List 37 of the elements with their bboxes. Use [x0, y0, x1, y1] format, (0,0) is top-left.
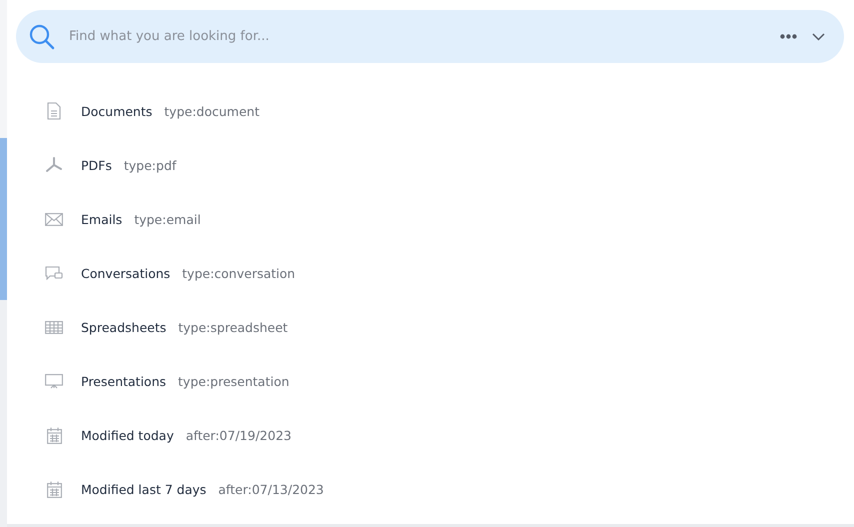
pdf-icon [45, 157, 63, 173]
suggestion-label: Emails [81, 212, 122, 226]
search-icon [29, 24, 55, 50]
suggestion-item[interactable]: Presentations type:presentation [16, 354, 844, 408]
suggestion-item[interactable]: Modified today after:07/19/2023 [16, 408, 844, 462]
suggestion-label: PDFs [81, 158, 112, 172]
suggestion-label: Modified today [81, 428, 174, 442]
search-bar[interactable]: Find what you are looking for... [16, 10, 844, 63]
suggestion-query: type:email [134, 212, 201, 226]
suggestion-item[interactable]: Conversations type:conversation [16, 246, 844, 300]
suggestion-query: type:conversation [182, 266, 296, 280]
suggestion-item[interactable]: Emails type:email [16, 192, 844, 246]
chevron-down-icon [812, 32, 824, 40]
suggestion-query: after:07/19/2023 [186, 428, 292, 442]
suggestion-label: Documents [81, 104, 152, 118]
suggestion-query: type:spreadsheet [178, 320, 288, 334]
suggestion-query: type:pdf [124, 158, 176, 172]
suggestion-query: after:07/13/2023 [218, 482, 324, 496]
suggestion-item[interactable]: Spreadsheets type:spreadsheet [16, 300, 844, 354]
suggestion-item[interactable]: PDFs type:pdf [16, 138, 844, 192]
suggestion-label: Modified last 7 days [81, 482, 206, 496]
suggestion-label: Spreadsheets [81, 320, 166, 334]
calendar-icon [46, 426, 62, 444]
spreadsheet-icon [45, 320, 63, 334]
envelope-icon [45, 212, 63, 226]
suggestion-item[interactable]: Documents type:document [16, 84, 844, 138]
calendar-icon [46, 480, 62, 498]
suggestion-item[interactable]: Modified last 7 days after:07/13/2023 [16, 462, 844, 516]
more-icon [780, 34, 796, 39]
document-icon [47, 102, 61, 120]
search-field[interactable]: Find what you are looking for... [69, 22, 766, 52]
presentation-screen-icon [45, 374, 63, 388]
chat-bubbles-icon [45, 266, 63, 280]
suggestion-label: Conversations [81, 266, 170, 280]
suggestion-label: Presentations [81, 374, 166, 388]
suggestion-query: type:presentation [178, 374, 290, 388]
suggestion-query: type:document [164, 104, 260, 118]
